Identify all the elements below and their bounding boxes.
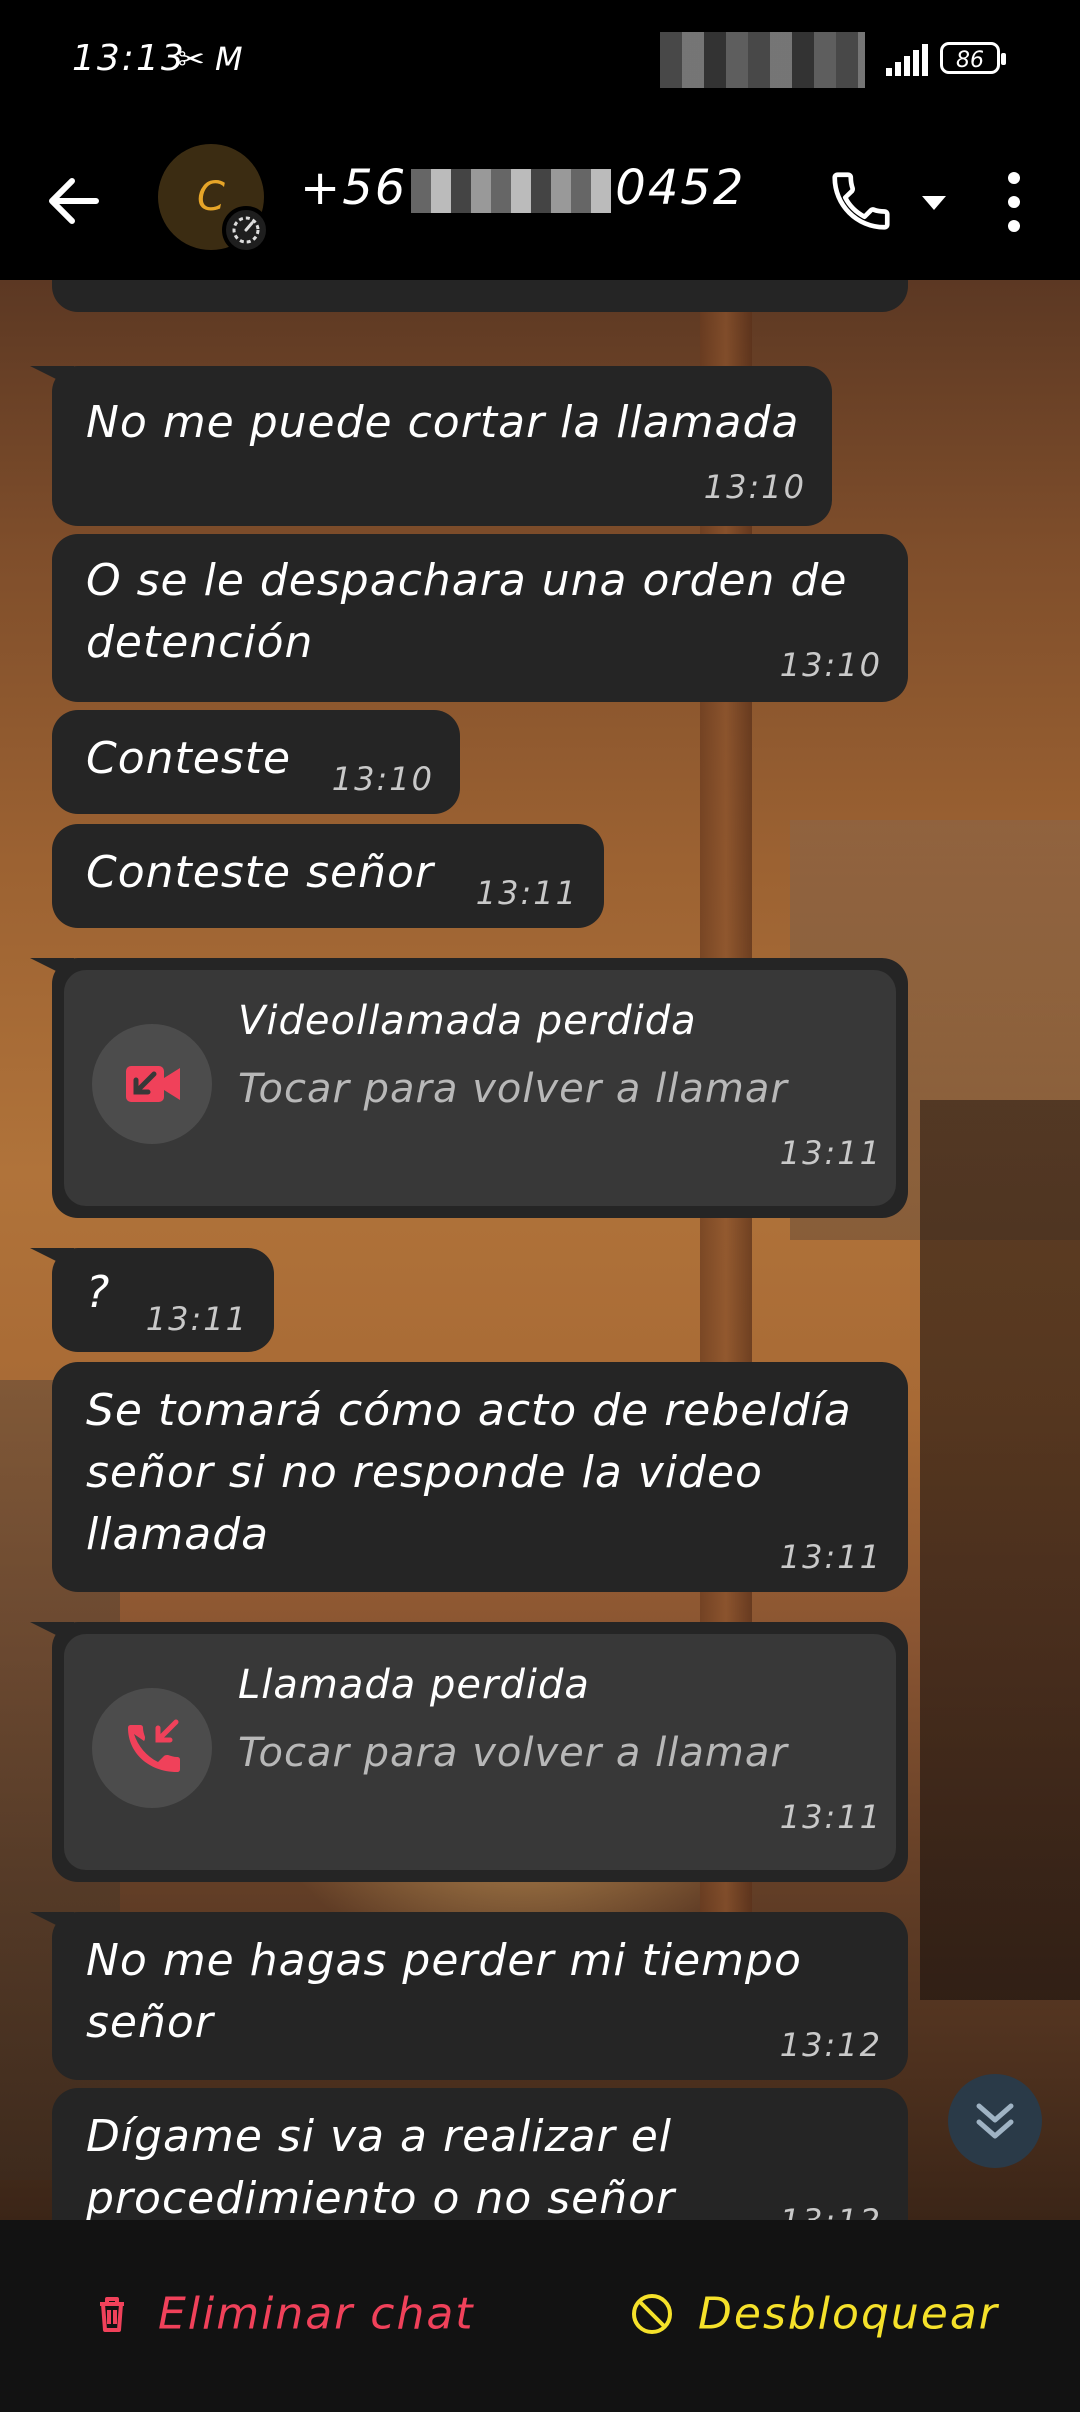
more-options-icon[interactable] (996, 164, 1032, 240)
missed-call-icon (92, 1688, 212, 1808)
chat-header: C +56 0452 (0, 124, 1080, 280)
message-bubble[interactable]: O se le despachara una orden de detenció… (52, 534, 908, 702)
message-bubble[interactable]: ? 13:11 (30, 1248, 274, 1352)
missed-call-bubble[interactable]: Llamada perdida Tocar para volver a llam… (30, 1622, 908, 1882)
missed-call-card[interactable]: Llamada perdida Tocar para volver a llam… (64, 1634, 896, 1870)
message-text: ? (86, 1267, 111, 1318)
delete-chat-label: Eliminar chat (158, 2288, 475, 2340)
block-icon (632, 2294, 672, 2334)
message-text: Conteste (86, 733, 292, 784)
message-bubble[interactable]: No me hagas perder mi tiempo señor 13:12 (30, 1912, 908, 2080)
missed-video-call-icon (92, 1024, 212, 1144)
message-time: 13:12 (780, 2202, 882, 2220)
message-bubble[interactable]: Conteste 13:10 (52, 710, 460, 814)
message-text: Dígame si va a realizar el procedimiento… (86, 2111, 676, 2220)
contact-prefix: +56 (300, 160, 408, 216)
unblock-label: Desbloquear (698, 2288, 999, 2340)
message-time: 13:11 (475, 874, 578, 912)
message-time: 13:12 (779, 2026, 882, 2064)
delete-chat-button[interactable]: Eliminar chat (88, 2286, 475, 2346)
call-options-caret-icon[interactable] (916, 184, 952, 220)
redacted-number (411, 169, 612, 213)
contact-suffix: 0452 (615, 160, 746, 216)
blocked-contact-bar: Eliminar chat Desbloquear (0, 2220, 1080, 2412)
back-button[interactable] (40, 166, 110, 236)
timer-badge-icon (222, 206, 270, 254)
message-text: Conteste señor (86, 847, 434, 898)
missed-call-card[interactable]: Videollamada perdida Tocar para volver a… (64, 970, 896, 1206)
notification-icons: ✂ M (178, 40, 243, 78)
trash-icon (100, 2297, 124, 2332)
missed-call-subtitle: Tocar para volver a llamar (238, 1730, 788, 1776)
message-time: 13:10 (779, 646, 882, 684)
message-time: 13:10 (331, 760, 434, 798)
missed-call-title: Videollamada perdida (238, 998, 697, 1044)
message-bubble[interactable]: Se tomará cómo acto de rebeldía señor si… (52, 1362, 908, 1592)
message-text: Se tomará cómo acto de rebeldía señor si… (86, 1385, 852, 1560)
avatar[interactable]: C (158, 144, 270, 254)
battery-icon: 86 (940, 42, 1006, 74)
missed-call-subtitle: Tocar para volver a llamar (238, 1066, 788, 1112)
message-time: 13:11 (779, 1538, 882, 1576)
arrow-left-icon (49, 178, 99, 224)
double-chevron-down-icon (976, 2103, 1014, 2139)
message-bubble[interactable]: Conteste señor 13:11 (52, 824, 604, 928)
message-bubble[interactable]: No me puede cortar la llamada 13:10 (30, 366, 832, 526)
message-text: No me puede cortar la llamada (86, 397, 800, 448)
message-text: O se le despachara una orden de detenció… (86, 555, 848, 668)
message-time: 13:10 (703, 468, 806, 506)
blurred-status-icons (660, 32, 865, 88)
phone-icon (832, 172, 890, 230)
missed-video-call-bubble[interactable]: Videollamada perdida Tocar para volver a… (30, 958, 908, 1218)
status-bar: 13:13 ✂ M 86 (0, 0, 1080, 124)
signal-icon (886, 44, 928, 76)
unblock-button[interactable]: Desbloquear (628, 2286, 999, 2346)
chat-area[interactable]: No me puede cortar la llamada 13:10 O se… (0, 280, 1080, 2220)
missed-call-title: Llamada perdida (238, 1662, 590, 1708)
voice-call-button[interactable] (826, 166, 896, 236)
scroll-to-bottom-button[interactable] (948, 2074, 1042, 2168)
message-bubble[interactable]: Dígame si va a realizar el procedimiento… (52, 2088, 908, 2220)
message-time: 13:11 (145, 1300, 248, 1338)
message-time: 13:11 (779, 1134, 882, 1172)
contact-name[interactable]: +56 0452 (300, 160, 745, 216)
message-time: 13:11 (779, 1798, 882, 1836)
message-text: No me hagas perder mi tiempo señor (86, 1935, 802, 2048)
message-bubble-partial[interactable] (52, 280, 908, 312)
wallpaper-papers-right (920, 1100, 1080, 2000)
status-time: 13:13 (72, 38, 186, 79)
